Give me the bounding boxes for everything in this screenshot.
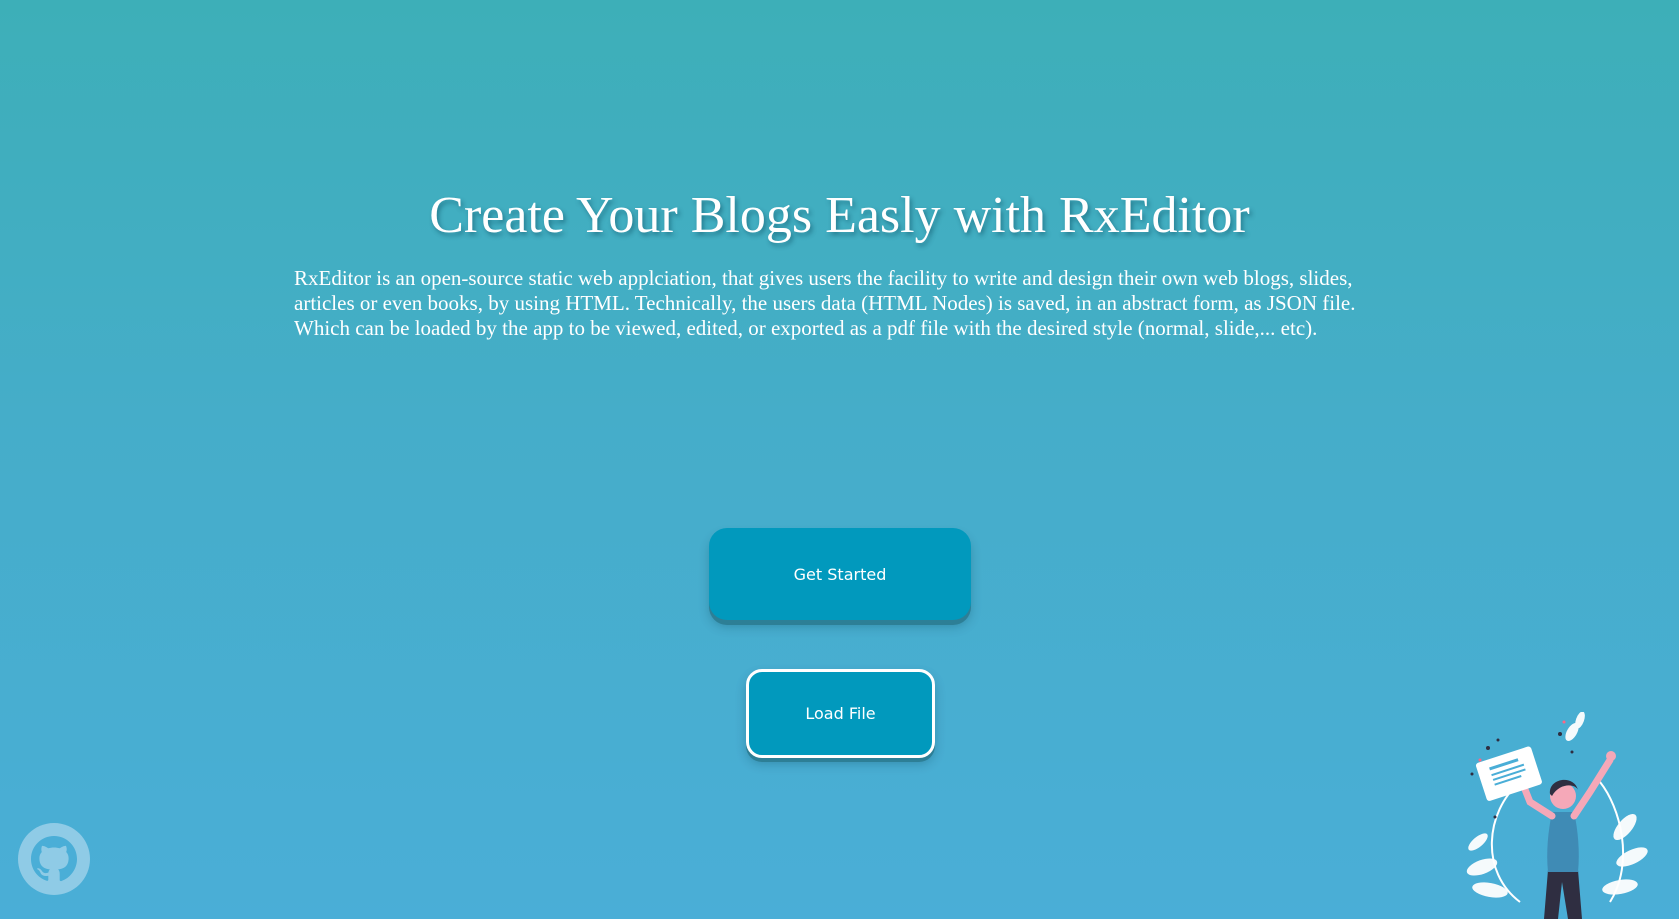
get-started-button[interactable]: Get Started bbox=[709, 528, 971, 620]
page-title: Create Your Blogs Easly with RxEditor bbox=[429, 187, 1250, 244]
load-file-button[interactable]: Load File bbox=[746, 669, 935, 758]
github-link[interactable] bbox=[18, 823, 90, 895]
hero-header: Create Your Blogs Easly with RxEditor bbox=[0, 184, 1679, 248]
hero-description: RxEditor is an open-source static web ap… bbox=[294, 266, 1356, 340]
github-icon bbox=[18, 823, 90, 895]
woman-holding-document-illustration bbox=[1466, 712, 1648, 919]
